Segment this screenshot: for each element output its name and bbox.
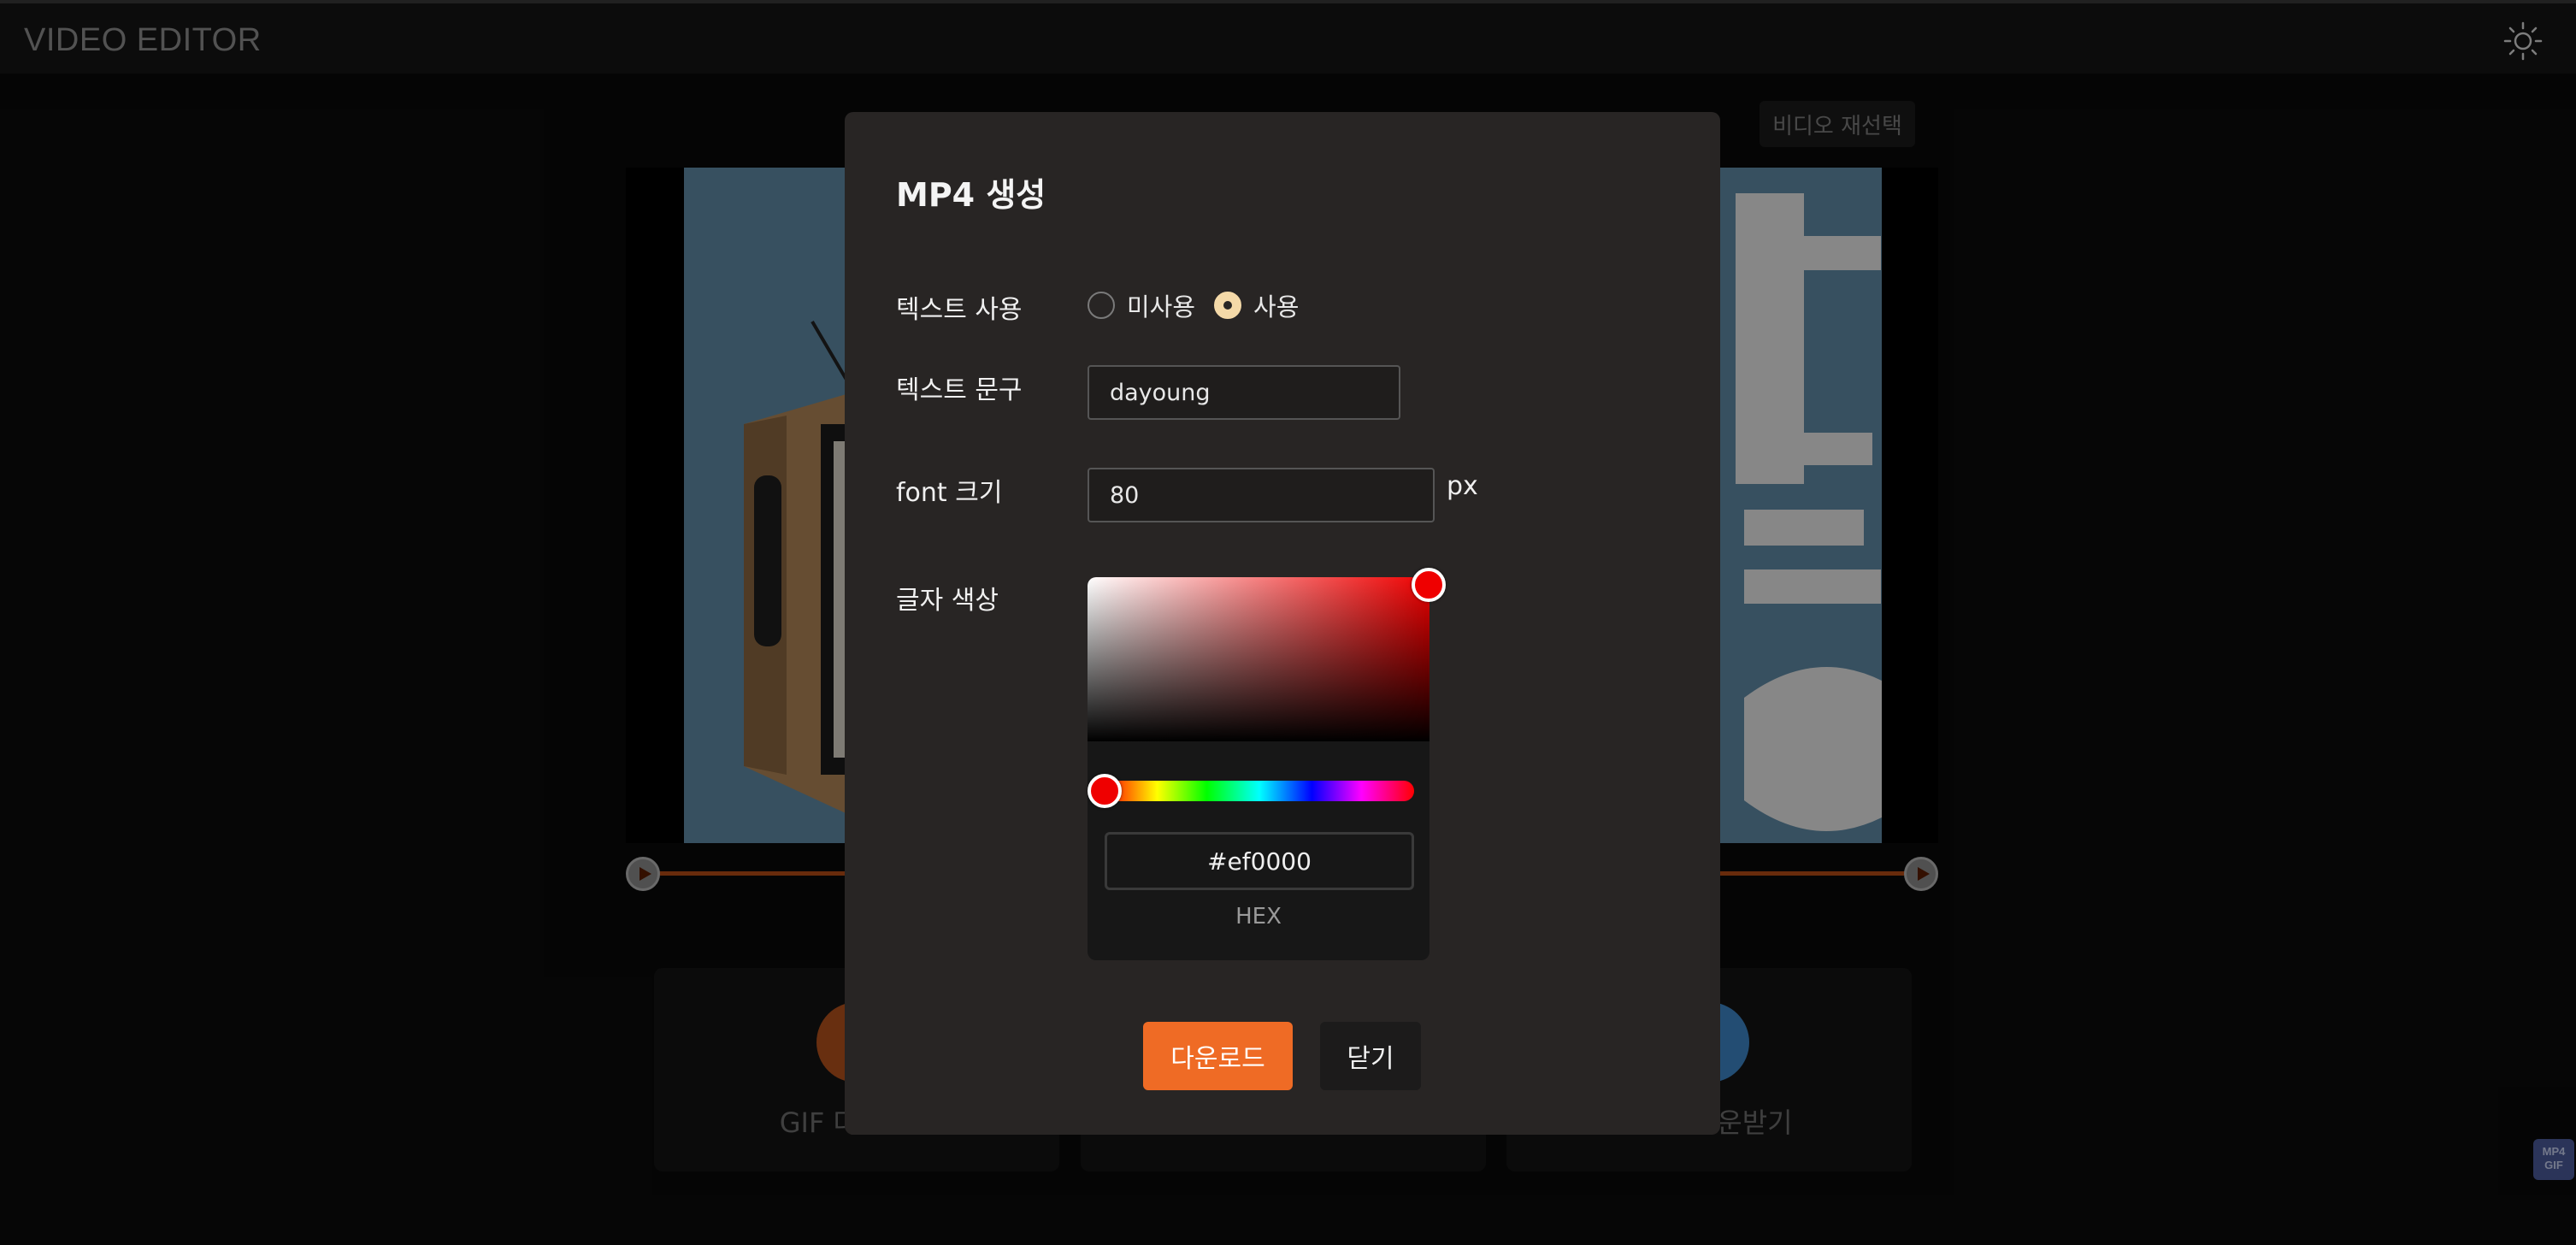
radio-used-label[interactable]: 사용 xyxy=(1253,287,1299,323)
radio-unused[interactable] xyxy=(1088,292,1115,319)
font-size-input[interactable] xyxy=(1088,468,1435,522)
download-button[interactable]: 다운로드 xyxy=(1143,1022,1293,1090)
font-size-label: font 크기 xyxy=(896,478,1003,508)
dialog-title: MP4 생성 xyxy=(896,176,1046,214)
text-use-label: 텍스트 사용 xyxy=(896,295,1023,325)
text-color-label: 글자 색상 xyxy=(896,586,999,616)
hue-slider-handle[interactable] xyxy=(1088,774,1122,808)
saturation-area[interactable] xyxy=(1088,577,1429,741)
radio-unused-label[interactable]: 미사용 xyxy=(1127,287,1195,323)
font-size-unit: px xyxy=(1447,471,1478,501)
color-picker: HEX xyxy=(1088,568,1446,960)
text-phrase-input[interactable] xyxy=(1088,365,1400,420)
mp4-create-dialog: MP4 생성 텍스트 사용 미사용 사용 텍스트 문구 font 크기 px 글… xyxy=(845,112,1720,1135)
radio-used[interactable] xyxy=(1214,292,1242,319)
hex-input[interactable] xyxy=(1105,832,1414,890)
saturation-cursor[interactable] xyxy=(1412,568,1446,602)
close-button[interactable]: 닫기 xyxy=(1320,1022,1421,1090)
hex-format-label: HEX xyxy=(1235,904,1282,929)
text-use-radio-group: 미사용 사용 xyxy=(1088,288,1317,322)
hue-slider[interactable] xyxy=(1105,781,1414,801)
text-phrase-label: 텍스트 문구 xyxy=(896,375,1023,405)
